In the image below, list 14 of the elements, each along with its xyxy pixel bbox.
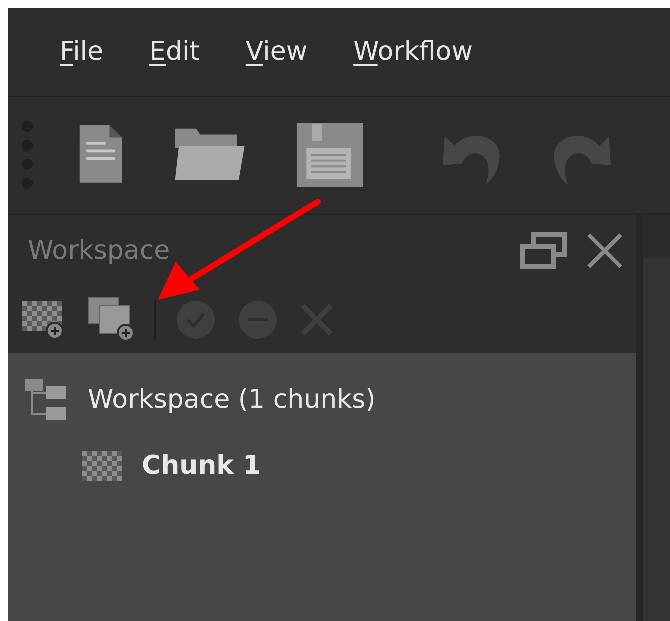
menu-item[interactable]: View [246,32,308,72]
tree-item[interactable]: Workspace (1 chunks) [8,367,636,433]
save-button[interactable] [295,121,365,189]
tree-item[interactable]: Chunk 1 [8,433,636,499]
menu-item[interactable]: Workflow [354,32,473,72]
restore-windows-icon [520,232,568,270]
workspace-tree-icon [24,378,68,422]
menu-item[interactable]: File [60,32,104,72]
close-icon [586,232,624,270]
float-panel-button[interactable] [520,232,568,270]
panel-title: Workspace [28,234,172,268]
chunk-icon [82,451,122,481]
menu-item[interactable]: Edit [150,32,200,72]
close-button[interactable] [586,232,624,270]
